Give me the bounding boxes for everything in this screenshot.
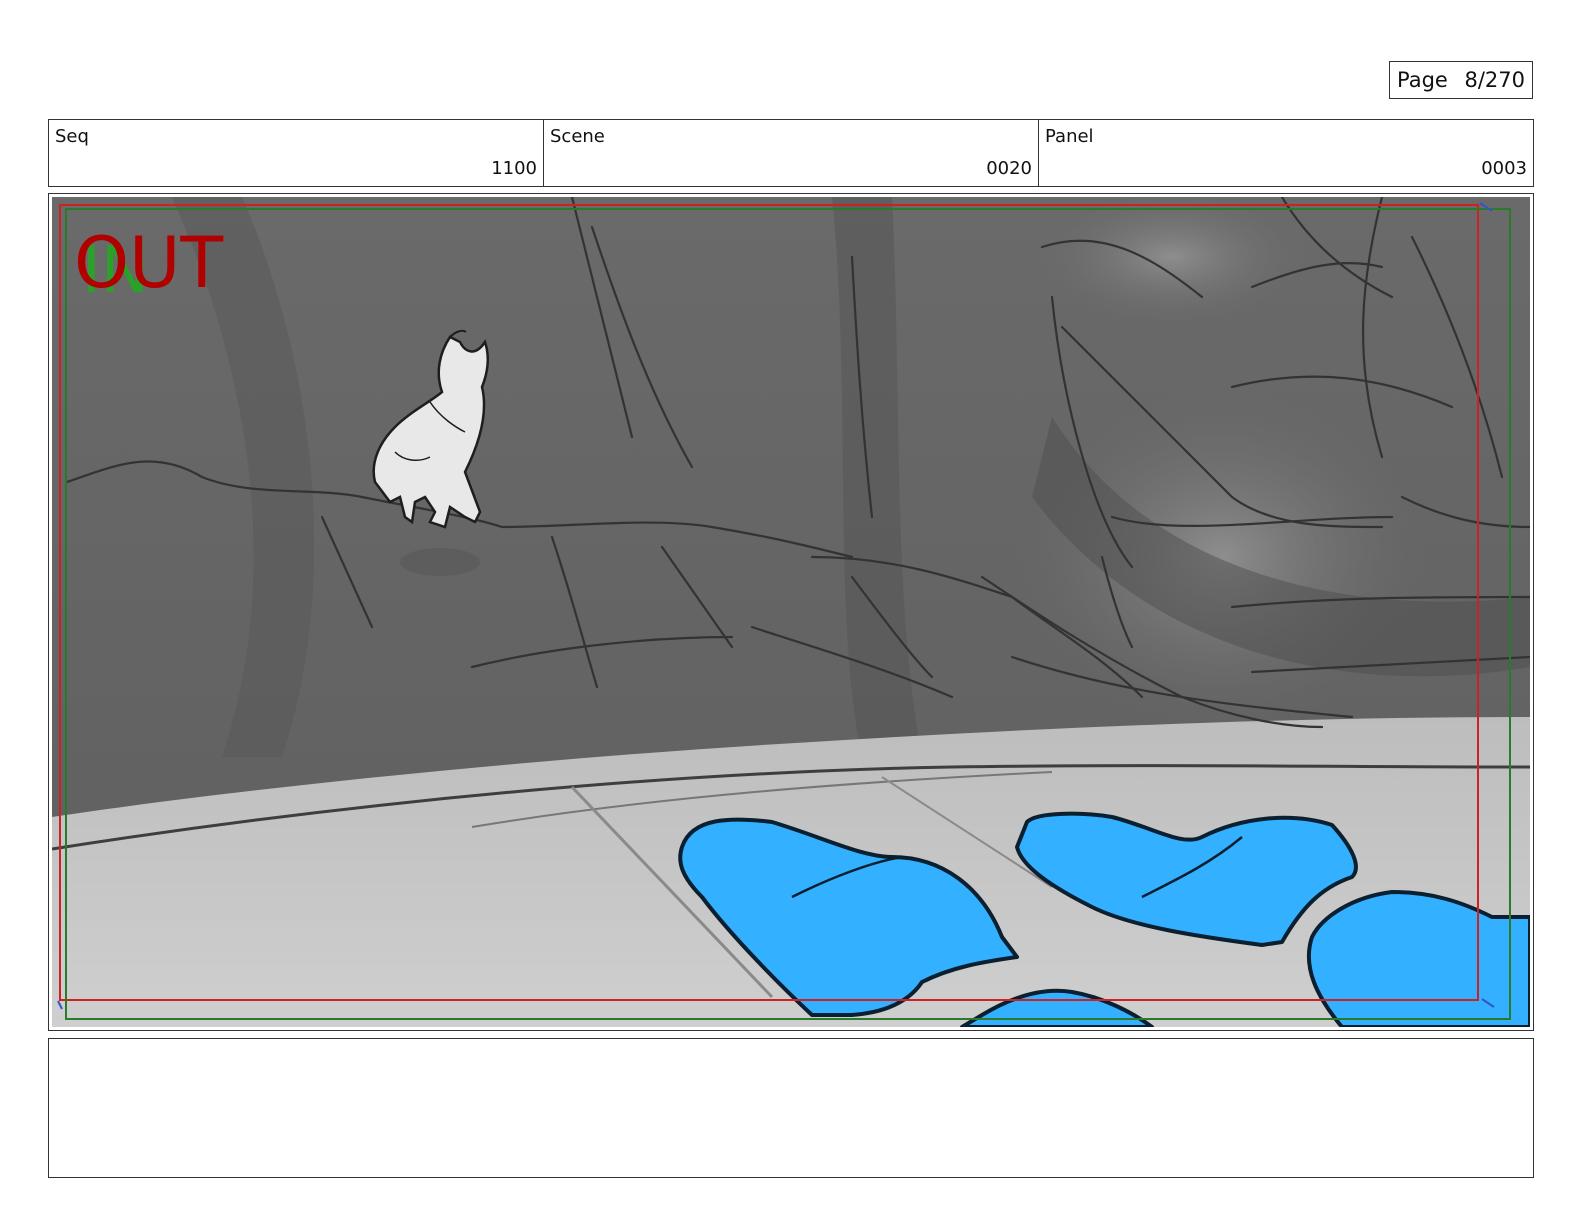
- panel-cell: Panel 0003: [1039, 120, 1533, 186]
- panel-drawing: IN OUT: [52, 197, 1530, 1027]
- page-number: 8/270: [1464, 68, 1525, 92]
- page-label: Page: [1397, 68, 1448, 92]
- scene-cell: Scene 0020: [544, 120, 1039, 186]
- page-number-box: Page 8/270: [1389, 61, 1533, 99]
- seq-cell: Seq 1100: [49, 120, 544, 186]
- panel-value: 0003: [1481, 158, 1527, 179]
- panel-label: Panel: [1045, 126, 1094, 147]
- seq-value: 1100: [491, 158, 537, 179]
- seq-label: Seq: [55, 126, 89, 147]
- overlay-out-text: OUT: [74, 222, 223, 304]
- scene-label: Scene: [550, 126, 605, 147]
- notes-box[interactable]: [48, 1038, 1534, 1178]
- scene-value: 0020: [986, 158, 1032, 179]
- panel-meta-row: Seq 1100 Scene 0020 Panel 0003: [48, 119, 1534, 187]
- storyboard-panel: IN OUT: [48, 193, 1534, 1031]
